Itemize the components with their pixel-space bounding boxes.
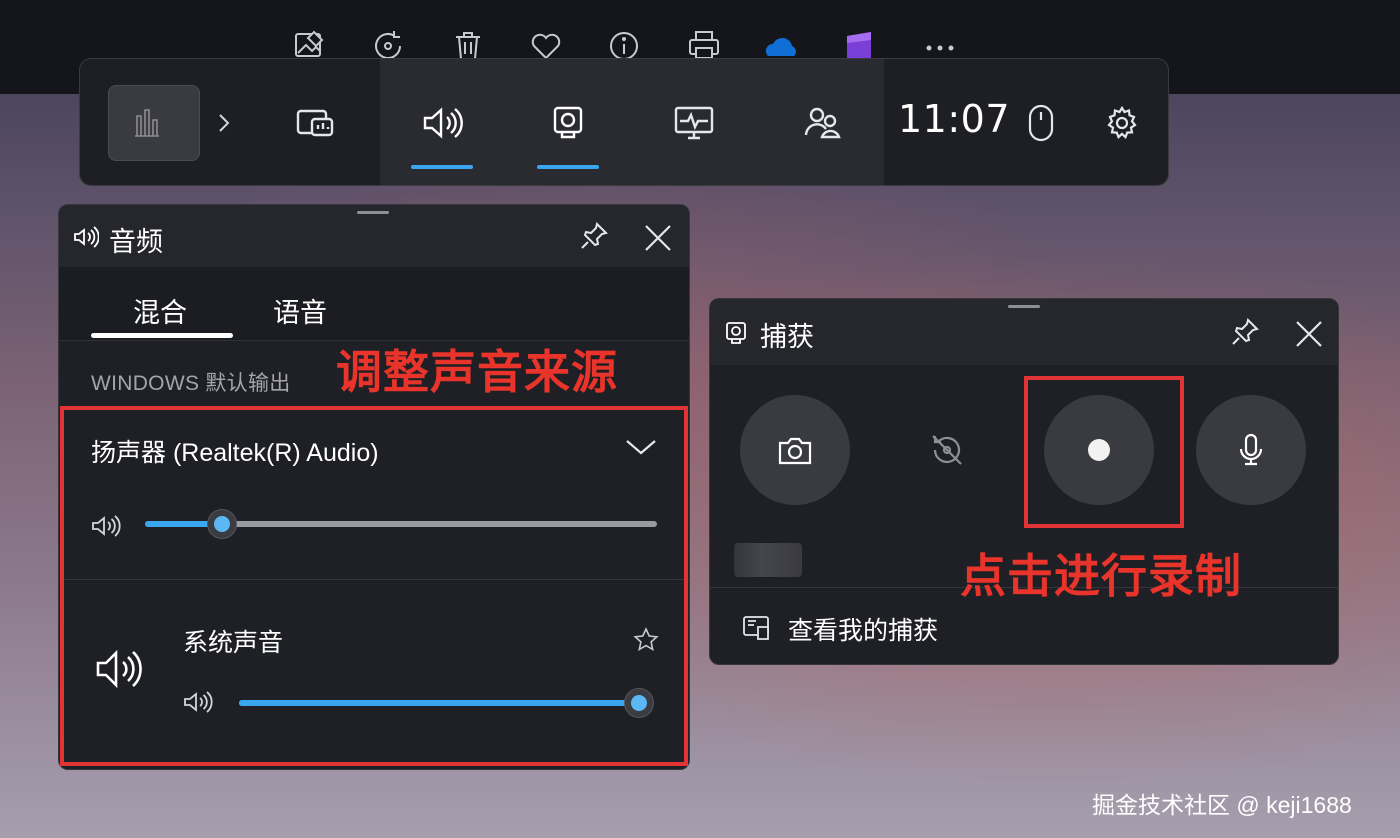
capture-active-indicator — [537, 165, 599, 169]
audio-panel-header: 音频 — [59, 205, 689, 267]
clock: 11:07 — [898, 97, 1011, 141]
resources-widget-button[interactable] — [664, 93, 724, 153]
annotation-text-capture: 点击进行录制 — [960, 550, 1242, 602]
tab-mix[interactable]: 混合 — [133, 291, 187, 330]
redacted-region — [734, 543, 802, 577]
panel-title: 捕获 — [760, 322, 814, 352]
drag-handle[interactable] — [1008, 305, 1040, 308]
gear-icon[interactable] — [1104, 105, 1140, 141]
tab-voice[interactable]: 语音 — [273, 291, 327, 330]
audio-icon — [73, 225, 99, 249]
resources-icon — [674, 106, 714, 140]
record-last-30s-button[interactable] — [892, 395, 1002, 505]
screenshot-button[interactable] — [740, 395, 850, 505]
game-bar: 11:07 — [79, 58, 1169, 186]
pin-icon[interactable] — [1230, 317, 1260, 347]
performance-widget-button[interactable] — [286, 93, 346, 153]
view-my-captures-link[interactable]: 查看我的捕获 — [788, 611, 938, 647]
annotation-text-audio: 调整声音来源 — [336, 346, 618, 398]
microphone-icon — [1239, 433, 1263, 466]
gallery-icon — [742, 613, 772, 641]
record-last-30s-icon — [932, 435, 962, 465]
panel-title: 音频 — [109, 227, 163, 257]
audio-active-indicator — [411, 165, 473, 169]
section-label: WINDOWS 默认输出 — [91, 372, 291, 395]
capture-widget-button[interactable] — [538, 93, 598, 153]
capture-panel-header: 捕获 — [710, 299, 1338, 365]
chevron-right-icon[interactable] — [214, 111, 234, 135]
audio-tabs: 混合 语音 — [59, 267, 689, 341]
game-thumbnail[interactable] — [108, 85, 200, 161]
capture-icon — [553, 106, 583, 139]
annotation-box-record — [1024, 376, 1184, 528]
screenshot-icon — [778, 437, 812, 465]
annotation-box-audio — [60, 406, 688, 766]
microphone-button[interactable] — [1196, 395, 1306, 505]
drag-handle[interactable] — [357, 211, 389, 214]
close-icon[interactable] — [1294, 319, 1324, 349]
mouse-icon[interactable] — [1027, 103, 1055, 143]
watermark: 掘金技术社区 @ keji1688 — [1092, 792, 1352, 818]
performance-widget-icon — [296, 109, 334, 137]
capture-icon — [724, 321, 748, 345]
close-icon[interactable] — [643, 223, 673, 253]
audio-icon — [423, 107, 463, 139]
xbox-social-widget-button[interactable] — [792, 93, 852, 153]
active-tab-indicator — [91, 333, 233, 338]
xbox-social-icon — [804, 107, 841, 139]
pin-icon[interactable] — [579, 221, 609, 251]
audio-widget-button[interactable] — [412, 93, 472, 153]
